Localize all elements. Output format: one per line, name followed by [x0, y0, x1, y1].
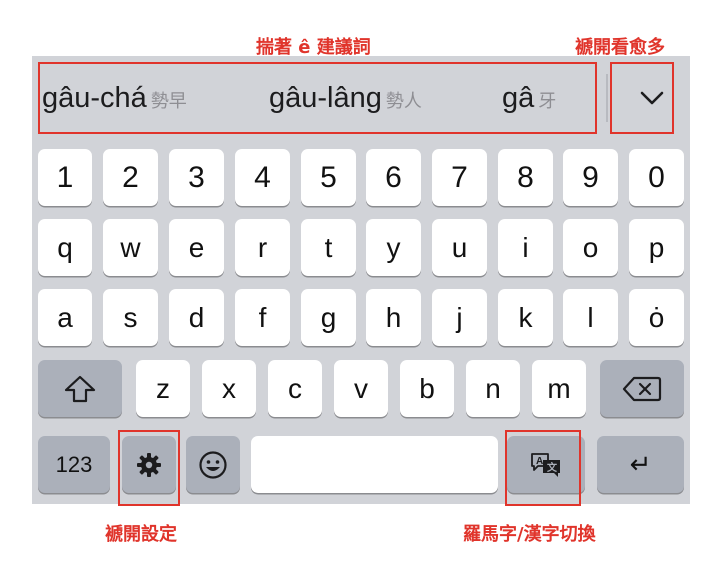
key-s[interactable]: s	[103, 289, 158, 346]
key-o-dot[interactable]: ȯ	[629, 289, 684, 346]
expand-candidates-button[interactable]	[614, 60, 690, 136]
key-f[interactable]: f	[235, 289, 290, 346]
candidate-1-romanization: gâu-chá	[42, 82, 147, 114]
key-l[interactable]: l	[563, 289, 618, 346]
keyboard: gâu-chá 勢早 gâu-lâng 勢人 gâ 牙 1 2 3 4 5 6 …	[32, 56, 690, 506]
key-k[interactable]: k	[498, 289, 553, 346]
candidate-3-romanization: gâ	[502, 82, 535, 114]
key-v[interactable]: v	[334, 360, 388, 417]
candidate-2-hanji: 勢人	[385, 91, 422, 112]
settings-key[interactable]	[122, 436, 176, 493]
language-switch-icon: A 文	[531, 452, 560, 477]
numeric-mode-key[interactable]: 123	[38, 436, 110, 493]
key-2[interactable]: 2	[103, 149, 158, 206]
key-4[interactable]: 4	[235, 149, 290, 206]
emoji-key[interactable]	[186, 436, 240, 493]
key-u[interactable]: u	[432, 219, 487, 276]
key-q[interactable]: q	[38, 219, 92, 276]
settings-annotation: 褫開設定	[105, 524, 177, 545]
switch-annotation: 羅馬字/漢字切換	[463, 524, 596, 545]
key-w[interactable]: w	[103, 219, 158, 276]
key-z[interactable]: z	[136, 360, 190, 417]
gear-icon	[137, 452, 161, 477]
key-c[interactable]: c	[268, 360, 322, 417]
key-9[interactable]: 9	[563, 149, 618, 206]
key-i[interactable]: i	[498, 219, 553, 276]
svg-text:A: A	[536, 456, 543, 467]
candidate-separator	[606, 74, 608, 122]
key-8[interactable]: 8	[498, 149, 553, 206]
key-5[interactable]: 5	[301, 149, 356, 206]
key-x[interactable]: x	[202, 360, 256, 417]
key-3[interactable]: 3	[169, 149, 224, 206]
return-icon: ↵	[629, 449, 652, 479]
key-g[interactable]: g	[301, 289, 356, 346]
key-1[interactable]: 1	[38, 149, 92, 206]
key-t[interactable]: t	[301, 219, 356, 276]
candidate-1-hanji: 勢早	[150, 91, 187, 112]
key-o[interactable]: o	[563, 219, 618, 276]
key-p[interactable]: p	[629, 219, 684, 276]
language-switch-key[interactable]: A 文	[507, 436, 585, 493]
candidate-2-romanization: gâu-lâng	[269, 82, 382, 114]
key-y[interactable]: y	[366, 219, 421, 276]
key-r[interactable]: r	[235, 219, 290, 276]
key-d[interactable]: d	[169, 289, 224, 346]
return-key[interactable]: ↵	[597, 436, 684, 493]
key-h[interactable]: h	[366, 289, 421, 346]
shift-icon	[64, 375, 96, 402]
key-a[interactable]: a	[38, 289, 92, 346]
key-6[interactable]: 6	[366, 149, 421, 206]
key-j[interactable]: j	[432, 289, 487, 346]
key-b[interactable]: b	[400, 360, 454, 417]
space-key[interactable]	[251, 436, 498, 493]
backspace-icon	[622, 376, 662, 401]
key-e[interactable]: e	[169, 219, 224, 276]
key-0[interactable]: 0	[629, 149, 684, 206]
candidate-3-hanji: 牙	[538, 91, 557, 112]
key-n[interactable]: n	[466, 360, 520, 417]
shift-key[interactable]	[38, 360, 122, 417]
emoji-icon	[199, 450, 227, 479]
key-m[interactable]: m	[532, 360, 586, 417]
key-7[interactable]: 7	[432, 149, 487, 206]
svg-text:文: 文	[547, 461, 558, 474]
chevron-down-icon	[640, 91, 664, 105]
backspace-key[interactable]	[600, 360, 684, 417]
